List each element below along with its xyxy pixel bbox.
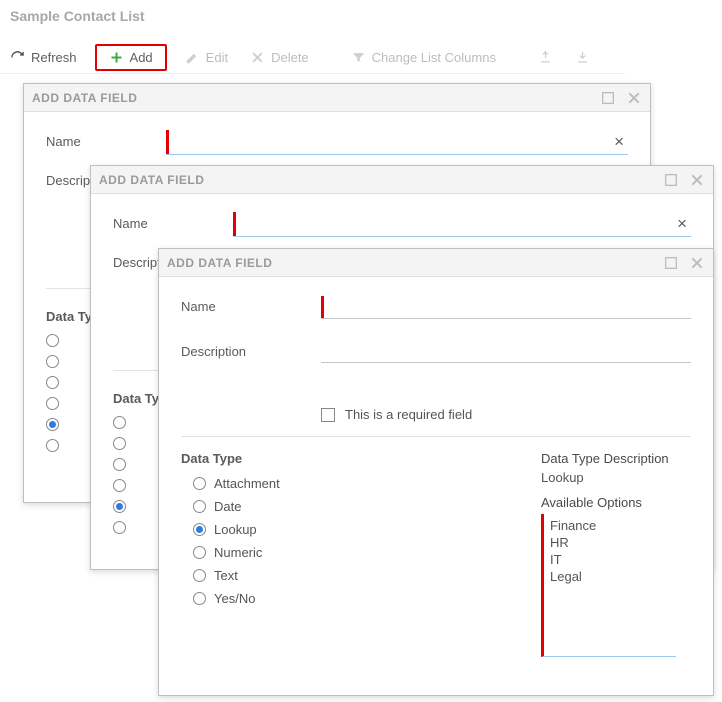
add-button[interactable]: Add xyxy=(105,48,157,67)
option-item: HR xyxy=(550,535,670,552)
option-item: IT xyxy=(550,552,670,569)
add-button-highlight: Add xyxy=(95,44,167,71)
required-checkbox[interactable] xyxy=(321,408,335,422)
upload-icon xyxy=(538,50,553,65)
option-item: Finance xyxy=(550,518,670,535)
export-button[interactable] xyxy=(534,48,557,67)
radio-numeric[interactable]: Numeric xyxy=(193,545,501,560)
refresh-button[interactable]: Refresh xyxy=(6,48,81,67)
delete-button[interactable]: Delete xyxy=(246,48,313,67)
page-title: Sample Contact List xyxy=(10,8,145,24)
close-icon[interactable] xyxy=(689,172,705,188)
toolbar: Refresh Add Edit Delete Change List Colu… xyxy=(0,42,625,74)
available-options-label: Available Options xyxy=(541,495,691,510)
dialog-title: ADD DATA FIELD xyxy=(32,91,137,105)
radio-label: Lookup xyxy=(214,522,257,537)
add-label: Add xyxy=(130,50,153,65)
clear-icon[interactable]: × xyxy=(673,214,691,234)
required-label: This is a required field xyxy=(345,407,472,422)
radio-label: Date xyxy=(214,499,241,514)
radio-yesno[interactable]: Yes/No xyxy=(193,591,501,606)
filter-icon xyxy=(351,50,366,65)
close-icon[interactable] xyxy=(626,90,642,106)
radio-attachment[interactable]: Attachment xyxy=(193,476,501,491)
change-columns-label: Change List Columns xyxy=(372,50,496,65)
radio-label: Numeric xyxy=(214,545,262,560)
radio-lookup[interactable]: Lookup xyxy=(193,522,501,537)
clear-icon[interactable]: × xyxy=(610,132,628,152)
close-icon[interactable] xyxy=(689,255,705,271)
import-button[interactable] xyxy=(571,48,594,67)
refresh-label: Refresh xyxy=(31,50,77,65)
edit-label: Edit xyxy=(206,50,228,65)
pencil-icon xyxy=(185,50,200,65)
maximize-icon[interactable] xyxy=(663,172,679,188)
name-input[interactable] xyxy=(324,295,691,318)
radio-text[interactable]: Text xyxy=(193,568,501,583)
dialog-title: ADD DATA FIELD xyxy=(167,256,272,270)
name-label: Name xyxy=(181,295,321,314)
maximize-icon[interactable] xyxy=(600,90,616,106)
plus-icon xyxy=(109,50,124,65)
dialog-add-data-field-3: ADD DATA FIELD Name Description xyxy=(158,248,714,696)
delete-label: Delete xyxy=(271,50,309,65)
name-input[interactable] xyxy=(236,213,673,236)
name-input[interactable] xyxy=(169,131,610,154)
dialog-title: ADD DATA FIELD xyxy=(99,173,204,187)
maximize-icon[interactable] xyxy=(663,255,679,271)
radio-label: Text xyxy=(214,568,238,583)
change-columns-button[interactable]: Change List Columns xyxy=(347,48,500,67)
description-input[interactable] xyxy=(321,335,691,363)
x-icon xyxy=(250,50,265,65)
type-description-value: Lookup xyxy=(541,470,691,485)
edit-button[interactable]: Edit xyxy=(181,48,232,67)
data-type-label: Data Type xyxy=(181,451,501,466)
refresh-icon xyxy=(10,50,25,65)
name-label: Name xyxy=(113,212,233,231)
download-icon xyxy=(575,50,590,65)
name-label: Name xyxy=(46,130,166,149)
type-description-label: Data Type Description xyxy=(541,451,691,466)
radio-label: Yes/No xyxy=(214,591,255,606)
description-label: Description xyxy=(181,340,321,359)
available-options-box[interactable]: Finance HR IT Legal xyxy=(541,514,676,657)
radio-date[interactable]: Date xyxy=(193,499,501,514)
radio-label: Attachment xyxy=(214,476,280,491)
option-item: Legal xyxy=(550,569,670,586)
